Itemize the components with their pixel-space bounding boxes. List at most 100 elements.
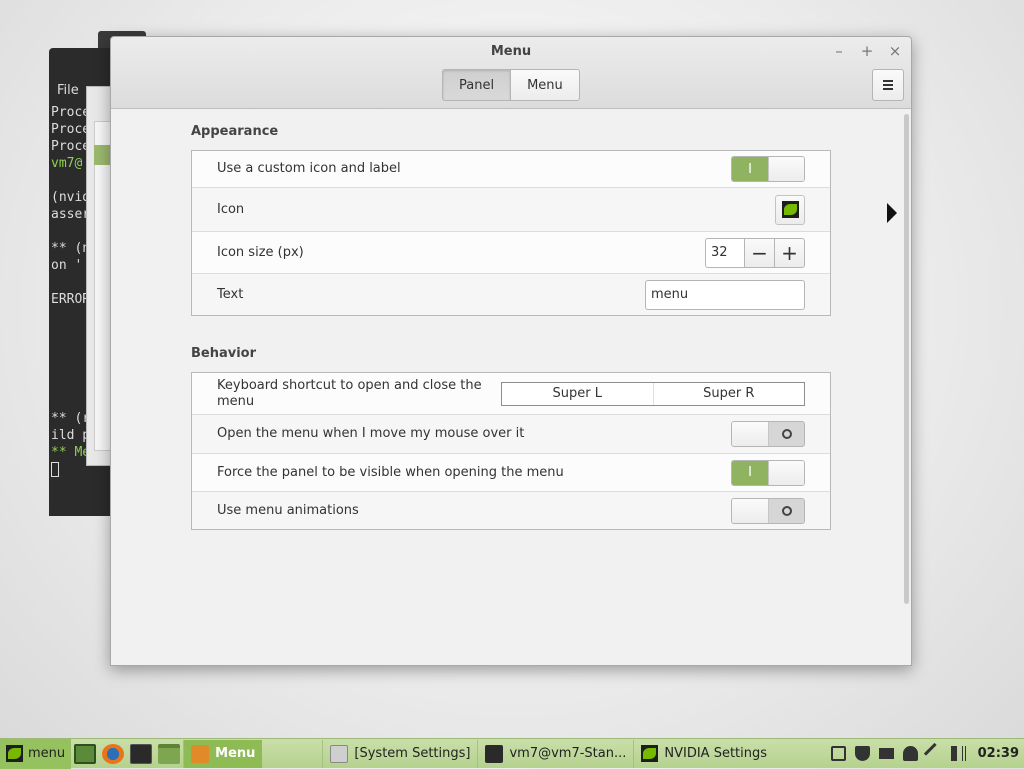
icon-size-input[interactable]: 32	[705, 237, 745, 268]
volume-icon[interactable]	[950, 746, 966, 761]
icon-chooser-button[interactable]	[775, 194, 805, 225]
terminal-line: ** (n	[51, 241, 91, 256]
firefox-icon	[102, 743, 125, 764]
appearance-title: Appearance	[191, 124, 279, 139]
maximize-button[interactable]: +	[859, 42, 875, 60]
stack-switcher: Panel Menu	[442, 69, 580, 101]
launcher-firefox[interactable]	[99, 740, 127, 768]
hamburger-icon	[883, 80, 893, 82]
force-visible-label: Force the panel to be visible when openi…	[217, 464, 564, 480]
bottom-panel: menu Menu [System Settings] vm7@vm7-Stan…	[0, 738, 1024, 769]
terminal-line: Proce	[51, 105, 91, 120]
tab-menu[interactable]: Menu	[511, 69, 580, 101]
terminal-output: Proce Proce Proce vm7@ (nvid asser ** (n on '…	[51, 104, 90, 478]
hover-open-switch[interactable]	[731, 421, 805, 447]
task-nvidia-settings[interactable]: NVIDIA Settings	[633, 739, 774, 768]
system-settings-icon	[330, 744, 349, 763]
shield-icon[interactable]	[854, 746, 870, 761]
text-row: Text	[192, 274, 830, 315]
settings-content: Appearance Use a custom icon and label I…	[111, 110, 911, 665]
menu-applet-button[interactable]: menu	[0, 738, 72, 769]
hamburger-menu-button[interactable]	[872, 69, 904, 101]
keyboard-icon[interactable]	[878, 748, 894, 759]
hover-open-row: Open the menu when I move my mouse over …	[192, 415, 830, 454]
launcher-files[interactable]	[155, 740, 183, 768]
keybinding-super-l[interactable]: Super L	[502, 382, 654, 405]
menu-applet-label: menu	[28, 746, 66, 761]
icon-row: Icon	[192, 188, 830, 232]
scrollbar[interactable]	[904, 114, 909, 604]
animations-switch[interactable]	[731, 497, 805, 524]
hover-open-label: Open the menu when I move my mouse over …	[217, 426, 525, 441]
terminal-line: Proce	[51, 139, 91, 154]
shortcut-row: Keyboard shortcut to open and close the …	[192, 373, 830, 415]
force-visible-switch[interactable]: I	[731, 459, 805, 486]
launcher-show-desktop[interactable]	[71, 740, 99, 768]
terminal-line: asser	[51, 207, 91, 222]
text-label: Text	[217, 286, 244, 302]
terminal-line: ild p	[51, 428, 91, 443]
show-desktop-icon	[74, 743, 97, 764]
switch-on-mark: I	[732, 460, 768, 485]
terminal-line: vm7@	[51, 156, 83, 171]
terminal-cursor	[51, 462, 59, 477]
folder-icon	[158, 743, 181, 764]
menu-settings-icon	[191, 744, 210, 763]
clipboard-icon[interactable]	[830, 746, 846, 761]
task-menu[interactable]: Menu	[183, 739, 263, 768]
icon-size-spinner: 32 − +	[705, 237, 805, 268]
nvidia-icon	[781, 201, 799, 218]
terminal-line: Proce	[51, 122, 91, 137]
custom-icon-label: Use a custom icon and label	[217, 161, 401, 176]
terminal-menu-file[interactable]: File	[57, 83, 79, 98]
animations-row: Use menu animations	[192, 492, 830, 529]
terminal-line: on '	[51, 258, 83, 273]
nvidia-icon	[6, 745, 23, 762]
network-icon[interactable]	[923, 742, 945, 765]
shortcut-label: Keyboard shortcut to open and close the …	[217, 377, 482, 409]
tab-panel[interactable]: Panel	[442, 69, 512, 101]
icon-size-label: Icon size (px)	[217, 244, 304, 260]
switch-off-icon	[782, 505, 792, 516]
user-icon[interactable]	[902, 746, 918, 761]
launcher-terminal[interactable]	[127, 740, 155, 768]
icon-label: Icon	[217, 201, 245, 217]
task-terminal[interactable]: vm7@vm7-Stan...	[477, 739, 633, 768]
keybinding-super-r[interactable]: Super R	[654, 383, 805, 405]
terminal-line: ** (r	[51, 411, 91, 426]
task-system-settings[interactable]: [System Settings]	[322, 739, 477, 768]
menu-text-input[interactable]	[645, 279, 805, 310]
terminal-icon	[485, 744, 504, 763]
switch-on-mark: I	[732, 157, 768, 181]
terminal-line: ERROR	[51, 292, 91, 307]
custom-icon-row: Use a custom icon and label I	[192, 151, 830, 188]
terminal-line: ** Me	[51, 445, 91, 460]
icon-size-decrease-button[interactable]: −	[745, 237, 775, 268]
window-title: Menu	[490, 44, 532, 59]
clock[interactable]: 02:39	[978, 746, 1019, 761]
mouse-cursor-icon	[887, 203, 897, 223]
menu-settings-window: Menu – + × Panel Menu Appearance Use a c…	[110, 36, 912, 666]
minimize-button[interactable]: –	[831, 42, 847, 60]
behavior-title: Behavior	[191, 346, 257, 361]
terminal-icon	[130, 743, 153, 764]
close-button[interactable]: ×	[887, 42, 903, 60]
force-visible-row: Force the panel to be visible when openi…	[192, 454, 830, 492]
icon-size-increase-button[interactable]: +	[775, 237, 805, 268]
window-controls: – + ×	[831, 42, 903, 60]
terminal-line: (nvid	[51, 190, 91, 205]
icon-size-row: Icon size (px) 32 − +	[192, 232, 830, 274]
behavior-box: Keyboard shortcut to open and close the …	[191, 372, 831, 530]
custom-icon-switch[interactable]: I	[731, 156, 805, 182]
header-bar: Menu – + × Panel Menu	[111, 37, 911, 109]
keybinding-field: Super L Super R	[501, 381, 805, 406]
animations-label: Use menu animations	[217, 502, 359, 518]
